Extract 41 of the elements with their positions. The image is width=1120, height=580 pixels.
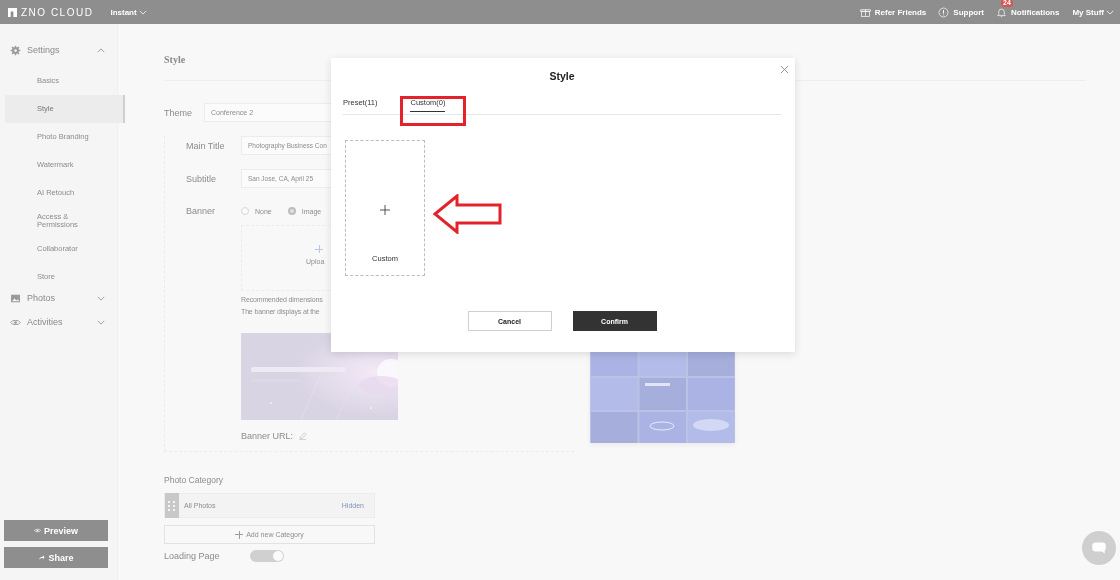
chat-button[interactable] [1082,531,1116,565]
field-label: Subtitle [186,173,218,184]
close-button[interactable] [780,65,790,75]
gift-icon [859,6,871,18]
logo-text: ZNO CLOUD [21,6,94,18]
chevron-icon [138,9,147,15]
workspace-dropdown[interactable]: Instant [110,7,147,17]
logo-icon [8,7,17,17]
top-link[interactable]: Support [953,7,984,17]
sidebar-section[interactable]: Photos [27,293,97,303]
info-icon [938,6,950,18]
eye-icon [34,527,41,534]
field-label: Theme [164,107,193,118]
image-icon [10,292,21,304]
settings-icon [10,44,21,56]
close-icon [780,65,789,74]
radio-button[interactable] [287,207,296,215]
bell-icon [996,6,1007,18]
account-menu[interactable]: My Stuff [1072,7,1114,17]
field-label: Main Title [186,140,226,151]
preview-button[interactable]: Preview [4,520,108,541]
share-button[interactable]: Share [4,547,108,568]
sidebar-section[interactable]: Settings [27,45,97,55]
edit-icon[interactable] [299,432,308,440]
page-title: Style [164,53,186,67]
field-label: Banner URL: [241,431,294,441]
sidebar-section[interactable]: Activities [27,317,97,327]
top-link[interactable]: Refer Friends [874,7,927,17]
arrow-icon [433,194,503,234]
highlight-frame [400,96,466,126]
dialog-title: Style [548,70,576,82]
top-link[interactable]: Notifications [1011,7,1060,17]
toggle-switch[interactable] [249,550,284,562]
share-icon [38,554,46,561]
plus-icon [380,205,390,215]
section-heading: Photo Category [164,475,225,485]
drag-handle-icon[interactable] [165,493,179,518]
radio-button[interactable] [241,207,249,215]
chevron-icon [1106,9,1114,15]
field-label: Loading Page [164,551,220,561]
field-label: Banner [186,206,217,216]
